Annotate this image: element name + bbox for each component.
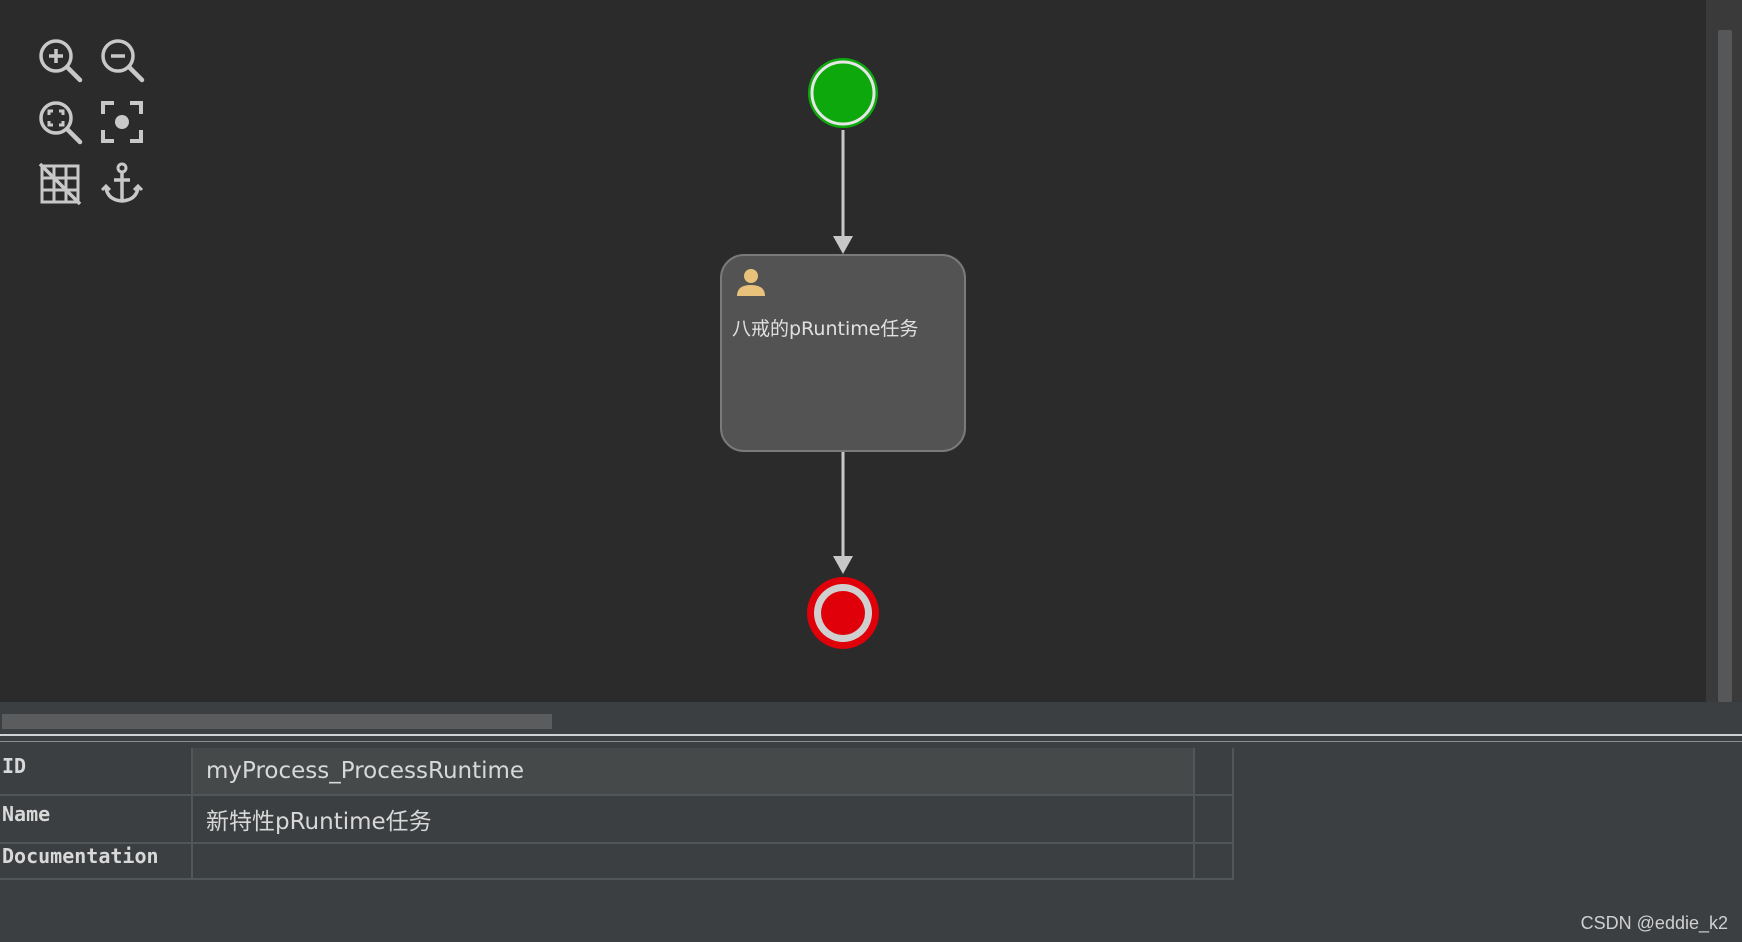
zoom-out-button[interactable]: [97, 35, 147, 85]
vertical-scrollbar-thumb[interactable]: [1718, 30, 1732, 702]
documentation-field[interactable]: [193, 844, 1193, 878]
horizontal-scrollbar-thumb[interactable]: [2, 714, 552, 729]
anchor-icon: [100, 162, 144, 203]
task-label: 八戒的pRuntime任务: [732, 318, 919, 340]
center-focus-icon: [101, 101, 143, 143]
zoom-in-icon: [39, 39, 83, 83]
name-field[interactable]: 新特性pRuntime任务: [193, 796, 1193, 842]
name-label: Name: [2, 802, 51, 826]
bpmn-editor: 八戒的pRuntime任务 ID myProcess_ProcessRuntim…: [0, 0, 1742, 942]
anchor-button[interactable]: [97, 159, 147, 209]
id-field[interactable]: myProcess_ProcessRuntime: [193, 748, 1193, 794]
user-icon: [737, 269, 765, 296]
zoom-fit-button[interactable]: [35, 97, 85, 147]
start-event[interactable]: [808, 58, 878, 128]
grid-toggle-button[interactable]: [35, 159, 85, 209]
end-event[interactable]: [807, 577, 879, 649]
row-divider: [0, 878, 1234, 880]
grid-toggle-icon: [38, 162, 82, 206]
zoom-in-button[interactable]: [35, 35, 85, 85]
zoom-out-icon: [101, 39, 145, 83]
panel-splitter[interactable]: [0, 734, 1742, 742]
id-label: ID: [2, 754, 27, 778]
center-focus-button[interactable]: [97, 97, 147, 147]
sequence-flow-arrowhead: [833, 236, 853, 254]
documentation-label: Documentation: [2, 844, 159, 868]
user-task[interactable]: 八戒的pRuntime任务: [720, 254, 966, 452]
zoom-fit-icon: [39, 101, 83, 145]
watermark: CSDN @eddie_k2: [1580, 913, 1728, 933]
sequence-flow-arrowhead: [833, 556, 853, 574]
column-divider: [1232, 748, 1234, 880]
column-divider: [1193, 748, 1195, 880]
